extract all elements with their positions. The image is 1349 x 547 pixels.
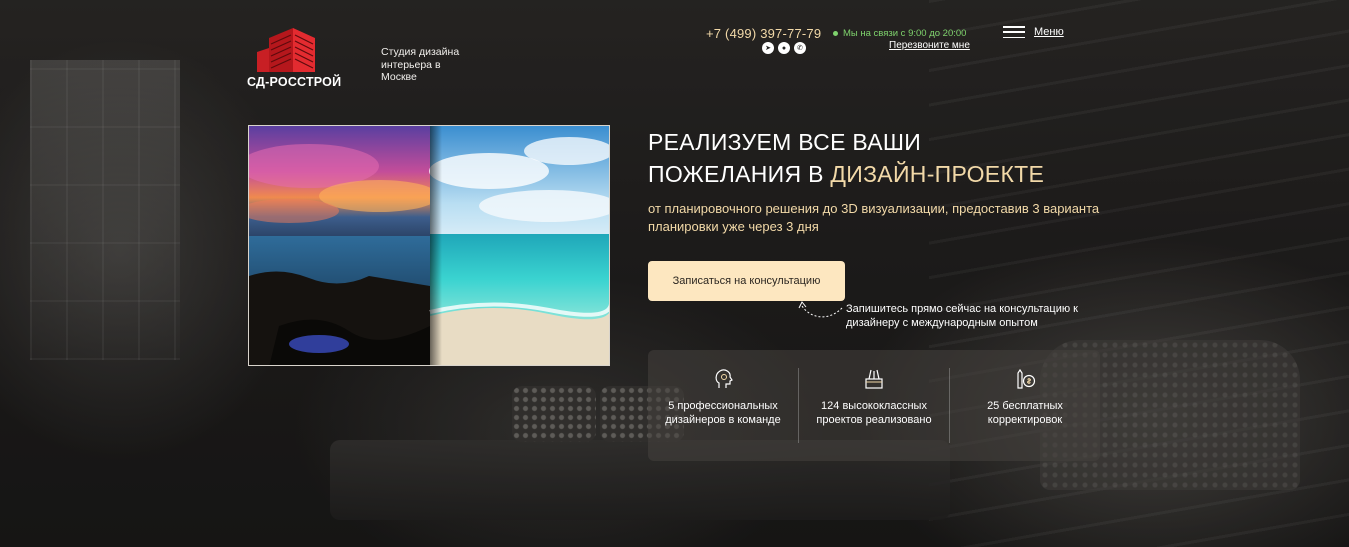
menu-label: Меню	[1034, 26, 1064, 38]
cta-note: Запишитесь прямо сейчас на консультацию …	[846, 303, 1078, 329]
online-dot-icon	[833, 31, 838, 36]
building-logo-icon	[257, 28, 315, 72]
callback-link[interactable]: Перезвоните мне	[889, 40, 970, 51]
curved-arrow-icon	[798, 301, 843, 318]
feature-item: 25 бесплатных корректировок	[949, 368, 1100, 443]
features-panel: 5 профессиональных дизайнеров в команде …	[648, 350, 1100, 461]
studio-tagline: Студия дизайна интерьера в Москве	[381, 46, 460, 83]
title-accent: ДИЗАЙН-ПРОЕКТЕ	[830, 161, 1045, 187]
messenger-links: ➤ ● ✆	[762, 42, 806, 54]
pencil-coin-icon	[1017, 368, 1036, 389]
menu-button[interactable]: Меню	[1003, 26, 1064, 38]
designer-head-icon	[715, 369, 733, 388]
feature-item: 5 профессиональных дизайнеров в команде	[648, 350, 798, 461]
telegram-icon[interactable]: ➤	[762, 42, 774, 54]
hamburger-icon	[1003, 26, 1025, 38]
consultation-button[interactable]: Записаться на консультацию	[648, 261, 845, 301]
viber-icon[interactable]: ●	[778, 42, 790, 54]
hero-before-after-image	[248, 125, 610, 366]
phone-link[interactable]: +7 (499) 397-77-79	[706, 26, 821, 41]
online-status-text: Мы на связи с 9:00 до 20:00	[843, 28, 967, 39]
feature-text: 124 высококлассных проектов реализовано	[816, 400, 932, 426]
feature-text: 25 бесплатных корректировок	[987, 400, 1063, 426]
online-status: Мы на связи с 9:00 до 20:00	[833, 28, 966, 39]
logo-text: СД-РОССТРОЙ	[247, 75, 342, 89]
title-line-1: РЕАЛИЗУЕМ ВСЕ ВАШИ	[648, 129, 922, 155]
drawing-tools-icon	[865, 369, 883, 389]
title-line-2: ПОЖЕЛАНИЯ В	[648, 161, 831, 187]
hero-subtitle: от планировочного решения до 3D визуализ…	[648, 201, 1100, 234]
feature-text: 5 профессиональных дизайнеров в команде	[665, 400, 781, 426]
whatsapp-icon[interactable]: ✆	[794, 42, 806, 54]
page-title: РЕАЛИЗУЕМ ВСЕ ВАШИ ПОЖЕЛАНИЯ В ДИЗАЙН-ПР…	[648, 126, 1044, 190]
feature-item: 124 высококлассных проектов реализовано	[798, 368, 949, 443]
